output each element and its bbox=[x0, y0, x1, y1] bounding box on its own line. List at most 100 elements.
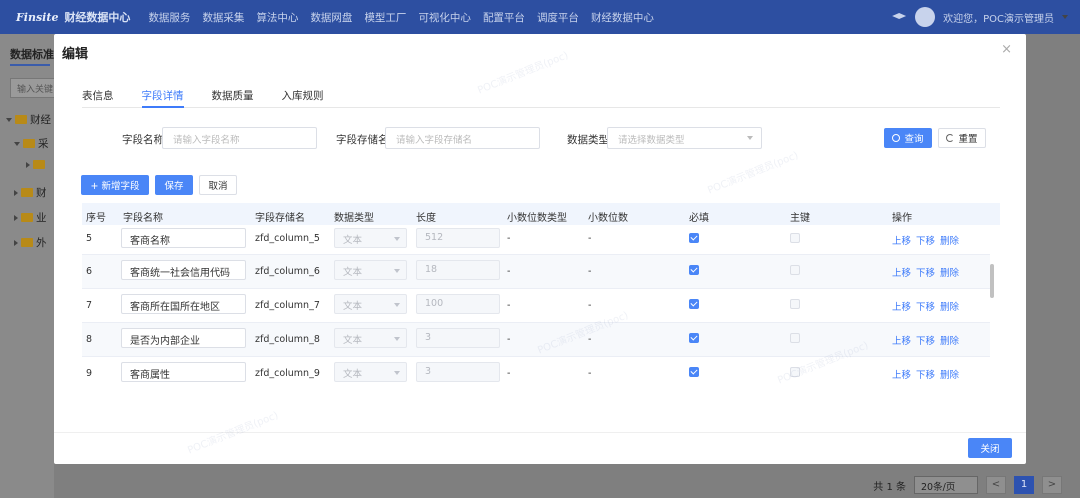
data-type-placeholder: 请选择数据类型 bbox=[618, 135, 685, 146]
sidebar-search-input[interactable]: 输入关键 bbox=[10, 78, 60, 98]
data-type-select[interactable]: 请选择数据类型 bbox=[607, 127, 762, 149]
move-down-link[interactable]: 下移 bbox=[916, 333, 935, 347]
tree-node[interactable]: 业 bbox=[14, 210, 47, 225]
move-down-link[interactable]: 下移 bbox=[916, 299, 935, 313]
row-index: 5 bbox=[86, 233, 93, 244]
tab-table-info[interactable]: 表信息 bbox=[82, 88, 114, 108]
pager-prev-button[interactable]: < bbox=[986, 476, 1006, 494]
brand[interactable]: Finsite 财经数据中心 bbox=[16, 9, 130, 25]
brand-name: 财经数据中心 bbox=[64, 11, 131, 24]
required-checkbox[interactable] bbox=[689, 367, 699, 377]
nav-item[interactable]: 模型工厂 bbox=[364, 10, 406, 25]
required-checkbox[interactable] bbox=[689, 333, 699, 343]
field-name-input[interactable]: 请输入字段名称 bbox=[162, 127, 317, 149]
nav-item[interactable]: 调度平台 bbox=[537, 10, 579, 25]
nav-item[interactable]: 算法中心 bbox=[256, 10, 298, 25]
delete-link[interactable]: 删除 bbox=[940, 265, 959, 279]
reset-button-label: 重置 bbox=[958, 134, 978, 145]
move-down-link[interactable]: 下移 bbox=[916, 265, 935, 279]
storage-name-cell: zfd_column_8 bbox=[255, 334, 320, 345]
move-up-link[interactable]: 上移 bbox=[892, 299, 911, 313]
delete-link[interactable]: 删除 bbox=[940, 233, 959, 247]
tree-node[interactable]: 外 bbox=[14, 235, 47, 250]
close-button[interactable]: 关闭 bbox=[968, 438, 1012, 458]
col-header: 小数位数类型 bbox=[507, 213, 567, 224]
cancel-button[interactable]: 取消 bbox=[199, 175, 237, 195]
move-up-link[interactable]: 上移 bbox=[892, 233, 911, 247]
chevron-down-icon bbox=[747, 136, 753, 140]
folder-icon bbox=[15, 115, 27, 124]
sidebar-title-underline bbox=[10, 64, 50, 66]
data-type-value: 文本 bbox=[343, 301, 363, 312]
pager-page-button[interactable]: 1 bbox=[1014, 476, 1034, 494]
tab-data-quality[interactable]: 数据质量 bbox=[212, 88, 254, 108]
save-button[interactable]: 保存 bbox=[155, 175, 193, 195]
pager-size-select[interactable]: 20条/页 bbox=[914, 476, 978, 494]
primary-key-checkbox[interactable] bbox=[790, 265, 800, 275]
tree-node-label: 采 bbox=[38, 138, 49, 150]
tree-node-label: 财 bbox=[36, 187, 47, 199]
storage-name-input[interactable]: 请输入字段存储名 bbox=[385, 127, 540, 149]
field-name-cell-input[interactable]: 客商统一社会信用代码 bbox=[121, 260, 246, 280]
tree-node-label: 外 bbox=[36, 237, 47, 249]
field-name-cell-input[interactable]: 客商所在国所在地区 bbox=[121, 294, 246, 314]
folder-icon bbox=[21, 188, 33, 197]
decimal-cell: - bbox=[588, 233, 592, 244]
primary-key-checkbox[interactable] bbox=[790, 233, 800, 243]
tab-field-details[interactable]: 字段详情 bbox=[141, 88, 184, 108]
required-checkbox[interactable] bbox=[689, 265, 699, 275]
move-up-link[interactable]: 上移 bbox=[892, 265, 911, 279]
avatar[interactable] bbox=[915, 7, 936, 27]
primary-key-checkbox[interactable] bbox=[790, 333, 800, 343]
folder-icon bbox=[33, 160, 45, 169]
delete-link[interactable]: 删除 bbox=[940, 299, 959, 313]
sidebar: 数据标准 输入关键 财经 采 财 业 外 bbox=[0, 34, 60, 498]
length-cell-input: 3 bbox=[416, 328, 500, 348]
nav-item[interactable]: 数据网盘 bbox=[310, 10, 352, 25]
primary-key-checkbox[interactable] bbox=[790, 367, 800, 377]
field-name-cell-input[interactable]: 客商属性 bbox=[121, 362, 246, 382]
table-scrollbar[interactable] bbox=[990, 264, 994, 298]
row-index: 7 bbox=[86, 300, 93, 311]
nav-item[interactable]: 财经数据中心 bbox=[591, 10, 654, 25]
delete-link[interactable]: 删除 bbox=[940, 367, 959, 381]
top-navigation-bar: Finsite 财经数据中心 数据服务 数据采集 算法中心 数据网盘 模型工厂 … bbox=[0, 0, 1080, 34]
pager-next-button[interactable]: > bbox=[1042, 476, 1062, 494]
close-icon[interactable]: × bbox=[1001, 42, 1012, 57]
tab-storage-rules[interactable]: 入库规则 bbox=[282, 88, 324, 108]
storage-name-cell: zfd_column_7 bbox=[255, 300, 320, 311]
tree-node[interactable]: 采 bbox=[14, 136, 49, 151]
move-up-link[interactable]: 上移 bbox=[892, 333, 911, 347]
background-pager: 共 1 条 20条/页 < 1 > bbox=[873, 476, 1062, 494]
field-name-cell-input[interactable]: 是否为内部企业 bbox=[121, 328, 246, 348]
table-row: 5 客商名称 zfd_column_5 文本 512 - - 上移 下移 删除 bbox=[82, 225, 990, 255]
search-icon bbox=[892, 134, 901, 142]
move-up-link[interactable]: 上移 bbox=[892, 367, 911, 381]
delete-link[interactable]: 删除 bbox=[940, 333, 959, 347]
data-type-cell-select: 文本 bbox=[334, 294, 407, 314]
field-name-cell-input[interactable]: 客商名称 bbox=[121, 228, 246, 248]
tree-node[interactable] bbox=[26, 160, 45, 169]
tree-node[interactable]: 财 bbox=[14, 185, 47, 200]
chevron-down-icon[interactable] bbox=[1062, 15, 1068, 19]
move-down-link[interactable]: 下移 bbox=[916, 233, 935, 247]
add-field-button[interactable]: + 新增字段 bbox=[81, 175, 149, 195]
col-header: 长度 bbox=[416, 213, 436, 224]
tree-node[interactable]: 财经 bbox=[6, 112, 51, 127]
move-down-link[interactable]: 下移 bbox=[916, 367, 935, 381]
nav-item[interactable]: 数据采集 bbox=[202, 10, 244, 25]
table-row: 7 客商所在国所在地区 zfd_column_7 文本 100 - - 上移 下… bbox=[82, 289, 990, 323]
reset-button[interactable]: 重置 bbox=[938, 128, 986, 148]
required-checkbox[interactable] bbox=[689, 233, 699, 243]
user-area: 欢迎您，POC演示管理员 bbox=[891, 0, 1068, 34]
nav-item[interactable]: 数据服务 bbox=[148, 10, 190, 25]
query-button[interactable]: 查询 bbox=[884, 128, 932, 148]
nav-item[interactable]: 可视化中心 bbox=[418, 10, 471, 25]
decimal-cell: - bbox=[588, 300, 592, 311]
primary-key-checkbox[interactable] bbox=[790, 299, 800, 309]
graduation-cap-icon[interactable] bbox=[891, 11, 907, 23]
user-greeting[interactable]: 欢迎您，POC演示管理员 bbox=[943, 10, 1054, 25]
required-checkbox[interactable] bbox=[689, 299, 699, 309]
nav-item[interactable]: 配置平台 bbox=[483, 10, 525, 25]
chevron-down-icon bbox=[394, 337, 400, 341]
